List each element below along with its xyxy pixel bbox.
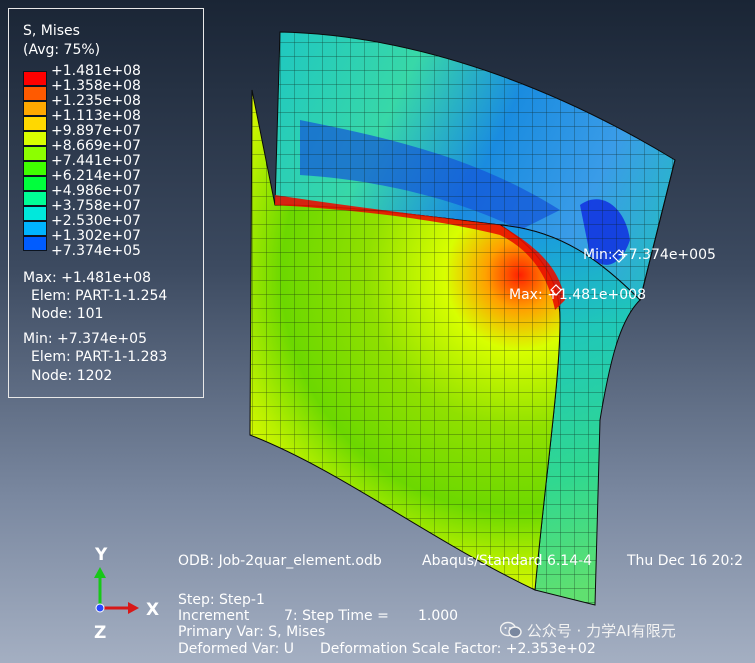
legend-swatch [23,236,47,251]
legend-level: +4.986e+07 [51,183,141,199]
primary-variable: Primary Var: S, Mises [178,624,326,640]
legend-swatch [23,101,47,116]
legend-swatch [23,206,47,221]
watermark-text: 公众号 · 力学AI有限元 [526,622,676,640]
axis-triad-icon [94,567,139,614]
run-date: Thu Dec 16 20:2 [627,553,743,569]
legend-max-node: Node: 101 [31,306,104,322]
legend-swatch [23,191,47,206]
legend-subtitle: (Avg: 75%) [23,42,101,58]
legend-swatch [23,176,47,191]
legend-title: S, Mises [23,23,80,39]
legend-swatch [23,146,47,161]
contour-legend[interactable]: S, Mises (Avg: 75%) +1.481e+08 +1.358e+0… [8,8,204,398]
axis-triad[interactable]: Y X Z [80,545,159,643]
legend-max-elem: Elem: PART-1-1.254 [31,288,168,304]
legend-swatch [23,161,47,176]
axis-z-label: Z [94,623,107,643]
wechat-icon [499,621,522,638]
legend-swatch [23,131,47,146]
legend-level: +1.235e+08 [51,93,141,109]
odb-filename: ODB: Job-2quar_element.odb [178,553,382,569]
legend-min-elem: Elem: PART-1-1.283 [31,349,168,365]
increment-label: Increment [178,608,250,624]
legend-level: +3.758e+07 [51,198,141,214]
step-name: Step: Step-1 [178,592,265,608]
results-viewport[interactable]: Min: +7.374e+005 Max: +1.481e+008 S, Mis… [0,0,755,663]
legend-level: +1.302e+07 [51,228,141,244]
min-annotation: Min: +7.374e+005 [583,247,716,263]
legend-color-bar [23,71,47,251]
legend-level: +2.530e+07 [51,213,141,229]
axis-y-label: Y [95,545,108,565]
legend-level: +8.669e+07 [51,138,141,154]
legend-level: +1.113e+08 [51,108,141,124]
legend-min-node: Node: 1202 [31,368,113,384]
legend-level: +6.214e+07 [51,168,141,184]
legend-level: +9.897e+07 [51,123,141,139]
increment-value: 7: Step Time = [284,608,389,624]
legend-labels: +1.481e+08 +1.358e+08 +1.235e+08 +1.113e… [51,64,141,259]
legend-max-label: Max: +1.481e+08 [23,270,152,286]
legend-level: +1.358e+08 [51,78,141,94]
legend-min-label: Min: +7.374e+05 [23,331,147,347]
watermark: 公众号 · 力学AI有限元 [499,620,676,641]
step-time-value: 1.000 [418,608,459,624]
max-annotation: Max: +1.481e+008 [509,287,646,303]
legend-level: +1.481e+08 [51,63,141,79]
legend-level: +7.374e+05 [51,243,141,259]
legend-swatch [23,71,47,86]
legend-swatch [23,86,47,101]
legend-level: +7.441e+07 [51,153,141,169]
axis-x-label: X [146,600,160,620]
deformed-variable: Deformed Var: U [178,641,294,657]
legend-swatch [23,116,47,131]
deformation-scale-factor: Deformation Scale Factor: +2.353e+02 [320,641,596,657]
legend-swatch [23,221,47,236]
solver-version: Abaqus/Standard 6.14-4 [422,553,593,569]
